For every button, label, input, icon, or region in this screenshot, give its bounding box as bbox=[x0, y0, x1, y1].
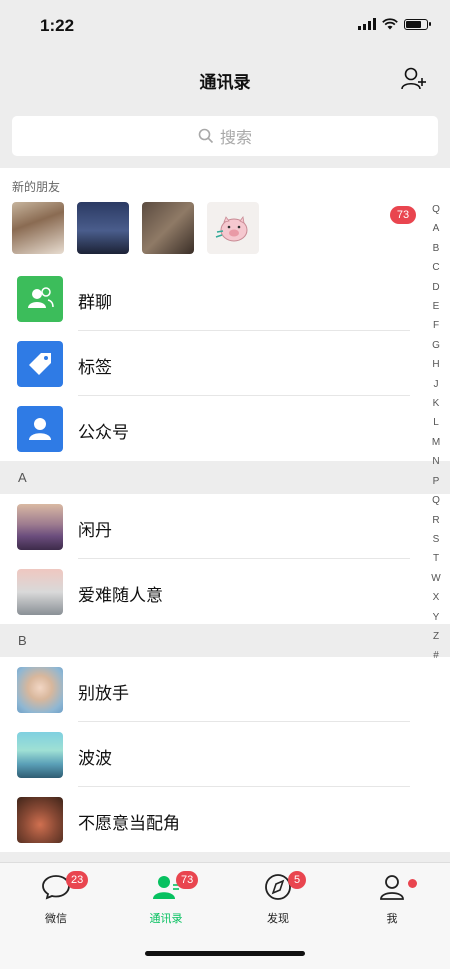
status-time: 1:22 bbox=[40, 16, 75, 35]
new-friends-avatars[interactable] bbox=[12, 202, 259, 254]
contact-name: 别放手 bbox=[78, 684, 129, 703]
home-indicator bbox=[145, 951, 305, 956]
alphabet-index-bar[interactable]: Q A B C D E F G H J K L M N P Q R S T W X Y Z # bbox=[428, 200, 444, 666]
contact-row[interactable]: 不愿意当配角 bbox=[0, 787, 450, 852]
cellular-signal-icon bbox=[358, 18, 376, 30]
avatar[interactable] bbox=[207, 202, 259, 254]
contact-row[interactable]: 波波 bbox=[0, 722, 450, 787]
page-title: 通讯录 bbox=[199, 73, 251, 92]
index-letter[interactable]: P bbox=[433, 472, 440, 491]
avatar bbox=[17, 569, 63, 615]
contact-name: 爱难随人意 bbox=[78, 586, 163, 605]
contact-row[interactable]: 闲丹 bbox=[0, 494, 450, 559]
index-letter[interactable]: S bbox=[433, 530, 440, 549]
index-letter[interactable]: H bbox=[432, 355, 439, 374]
tab-contacts[interactable]: 通讯录 73 bbox=[126, 871, 206, 926]
contact-row[interactable]: 别放手 bbox=[0, 657, 450, 722]
group-chat-icon bbox=[17, 276, 63, 322]
row-label: 公众号 bbox=[78, 423, 129, 442]
contact-name: 不愿意当配角 bbox=[78, 814, 180, 833]
tab-chats[interactable]: 微信 23 bbox=[16, 871, 96, 926]
index-letter[interactable]: W bbox=[431, 569, 440, 588]
tab-me[interactable]: 我 bbox=[352, 873, 432, 926]
group-chat-row[interactable]: 群聊 bbox=[0, 266, 450, 331]
section-header-next bbox=[0, 852, 450, 862]
official-accounts-row[interactable]: 公众号 bbox=[0, 396, 450, 461]
tab-label: 通讯录 bbox=[149, 913, 183, 925]
avatar[interactable] bbox=[142, 202, 194, 254]
avatar bbox=[17, 667, 63, 713]
index-letter[interactable]: Q bbox=[432, 491, 440, 510]
notification-dot bbox=[408, 879, 417, 888]
nav-bar: 通讯录 bbox=[0, 50, 450, 108]
contact-name: 波波 bbox=[78, 749, 112, 768]
pig-sticker-icon bbox=[215, 216, 248, 242]
contact-row[interactable]: 爱难随人意 bbox=[0, 559, 450, 624]
index-letter[interactable]: # bbox=[433, 646, 439, 665]
me-icon bbox=[380, 875, 404, 900]
search-input[interactable]: 搜索 bbox=[12, 116, 438, 156]
battery-icon bbox=[404, 18, 431, 30]
index-letter[interactable]: K bbox=[433, 394, 440, 413]
index-letter[interactable]: X bbox=[433, 588, 440, 607]
row-label: 标签 bbox=[78, 358, 112, 377]
index-letter[interactable]: Y bbox=[433, 608, 440, 627]
index-letter[interactable]: Z bbox=[433, 627, 439, 646]
new-friends-label: 新的朋友 bbox=[12, 180, 61, 194]
tab-badge: 5 bbox=[288, 871, 306, 889]
new-friends-badge: 73 bbox=[390, 206, 416, 224]
add-contact-icon[interactable] bbox=[400, 66, 428, 92]
contact-name: 闲丹 bbox=[78, 521, 112, 540]
status-icons bbox=[358, 18, 431, 30]
index-letter[interactable]: C bbox=[432, 258, 439, 277]
index-letter[interactable]: J bbox=[434, 375, 439, 394]
avatar bbox=[17, 732, 63, 778]
index-letter[interactable]: R bbox=[432, 511, 439, 530]
index-letter[interactable]: M bbox=[432, 433, 440, 452]
section-header-b: B bbox=[0, 624, 450, 657]
avatar bbox=[17, 504, 63, 550]
wifi-icon bbox=[382, 18, 398, 30]
index-letter[interactable]: F bbox=[433, 316, 439, 335]
tab-label: 微信 bbox=[45, 913, 67, 925]
tab-label: 我 bbox=[386, 913, 398, 925]
avatar bbox=[17, 797, 63, 843]
search-icon bbox=[198, 128, 214, 144]
official-account-icon bbox=[17, 406, 63, 452]
tab-label: 发现 bbox=[267, 913, 289, 925]
avatar[interactable] bbox=[12, 202, 64, 254]
index-letter[interactable]: D bbox=[432, 278, 439, 297]
tab-discover[interactable]: 发现 5 bbox=[238, 871, 318, 926]
status-bar: 1:22 bbox=[0, 0, 450, 50]
index-letter[interactable]: B bbox=[433, 239, 440, 258]
tab-badge: 73 bbox=[176, 871, 199, 889]
search-placeholder: 搜索 bbox=[219, 130, 252, 147]
tags-row[interactable]: 标签 bbox=[0, 331, 450, 396]
tag-icon bbox=[17, 341, 63, 387]
index-letter[interactable]: Q bbox=[432, 200, 440, 219]
index-letter[interactable]: G bbox=[432, 336, 440, 355]
contacts-list: 新的朋友 73 群聊 标签 公众号 A 闲丹 爱难随人意 B 别放手 波波 不愿… bbox=[0, 168, 450, 862]
index-letter[interactable]: L bbox=[433, 413, 439, 432]
tab-badge: 23 bbox=[66, 871, 89, 889]
section-header-a: A bbox=[0, 461, 450, 494]
index-letter[interactable]: N bbox=[432, 452, 439, 471]
index-letter[interactable]: T bbox=[433, 549, 439, 568]
index-letter[interactable]: E bbox=[433, 297, 440, 316]
avatar[interactable] bbox=[77, 202, 129, 254]
row-label: 群聊 bbox=[78, 293, 112, 312]
index-letter[interactable]: A bbox=[433, 219, 440, 238]
